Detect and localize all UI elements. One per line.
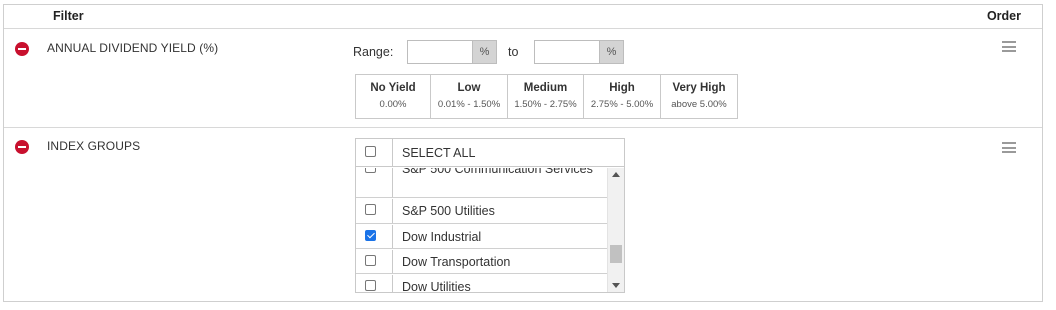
yield-level-selector: No Yield 0.00% Low 0.01% - 1.50% Medium …	[355, 74, 738, 119]
yield-level-very-high[interactable]: Very High above 5.00%	[661, 75, 737, 118]
yield-level-range: 2.75% - 5.00%	[590, 99, 654, 110]
select-all-label: SELECT ALL	[402, 146, 476, 160]
list-item[interactable]: Dow Utilities	[356, 275, 608, 293]
scroll-down-icon[interactable]	[612, 283, 620, 288]
yield-level-title: Medium	[523, 82, 568, 94]
index-label: Dow Utilities	[402, 280, 471, 293]
index-label: Dow Industrial	[402, 230, 482, 244]
yield-level-high[interactable]: High 2.75% - 5.00%	[584, 75, 661, 118]
yield-level-range: 0.00%	[379, 99, 407, 110]
scrollbar-thumb[interactable]	[610, 245, 622, 263]
yield-level-range: 0.01% - 1.50%	[437, 99, 501, 110]
percent-suffix-max: %	[600, 40, 624, 64]
filter-label-dividend-yield: ANNUAL DIVIDEND YIELD (%)	[47, 41, 219, 55]
filter-column-header: Filter	[53, 9, 84, 23]
yield-level-title: Very High	[672, 82, 726, 94]
hamburger-icon[interactable]	[1002, 41, 1016, 52]
index-label: Dow Transportation	[402, 255, 511, 269]
percent-suffix-min: %	[473, 40, 497, 64]
range-to-label: to	[508, 45, 519, 59]
yield-level-range: above 5.00%	[671, 99, 727, 110]
filter-header: Filter Order	[4, 5, 1042, 29]
remove-filter-icon[interactable]	[15, 140, 29, 154]
range-min-input[interactable]	[407, 40, 473, 64]
yield-level-medium[interactable]: Medium 1.50% - 2.75%	[508, 75, 584, 118]
hamburger-icon[interactable]	[1002, 142, 1016, 153]
filter-row-index-groups: INDEX GROUPS SELECT ALL S&P 500 Communic…	[4, 129, 1042, 302]
index-label: S&P 500 Utilities	[402, 204, 495, 218]
range-label: Range:	[353, 45, 394, 59]
select-all-checkbox[interactable]	[365, 146, 376, 157]
list-item[interactable]: S&P 500 Communication Services	[356, 168, 608, 198]
yield-level-no-yield[interactable]: No Yield 0.00%	[356, 75, 431, 118]
index-checkbox[interactable]	[365, 204, 376, 215]
yield-level-title: No Yield	[370, 82, 416, 94]
index-label: S&P 500 Communication Services	[402, 168, 593, 176]
filter-row-dividend-yield: ANNUAL DIVIDEND YIELD (%) Range: % to % …	[4, 30, 1042, 128]
filter-label-index-groups: INDEX GROUPS	[47, 139, 141, 153]
index-checkbox[interactable]	[365, 168, 376, 173]
yield-level-title: High	[609, 82, 635, 94]
list-item[interactable]: S&P 500 Utilities	[356, 199, 608, 224]
scroll-up-icon[interactable]	[612, 172, 620, 177]
yield-level-title: Low	[457, 82, 481, 94]
index-checkbox[interactable]	[365, 255, 376, 266]
remove-filter-icon[interactable]	[15, 42, 29, 56]
list-item[interactable]: Dow Transportation	[356, 250, 608, 274]
select-all-row[interactable]: SELECT ALL	[356, 139, 624, 167]
range-max-input[interactable]	[534, 40, 600, 64]
index-checkbox[interactable]	[365, 280, 376, 291]
index-groups-list: SELECT ALL S&P 500 Communication Service…	[355, 138, 625, 293]
order-column-header: Order	[986, 9, 1021, 23]
yield-level-range: 1.50% - 2.75%	[514, 99, 577, 110]
screener-filter-panel: Filter Order ANNUAL DIVIDEND YIELD (%) R…	[3, 4, 1043, 302]
list-scrollbar[interactable]	[607, 168, 624, 292]
index-checkbox[interactable]	[365, 230, 376, 241]
list-item[interactable]: Dow Industrial	[356, 225, 608, 249]
index-groups-scroll-area: S&P 500 Communication Services S&P 500 U…	[356, 168, 608, 293]
yield-level-low[interactable]: Low 0.01% - 1.50%	[431, 75, 508, 118]
